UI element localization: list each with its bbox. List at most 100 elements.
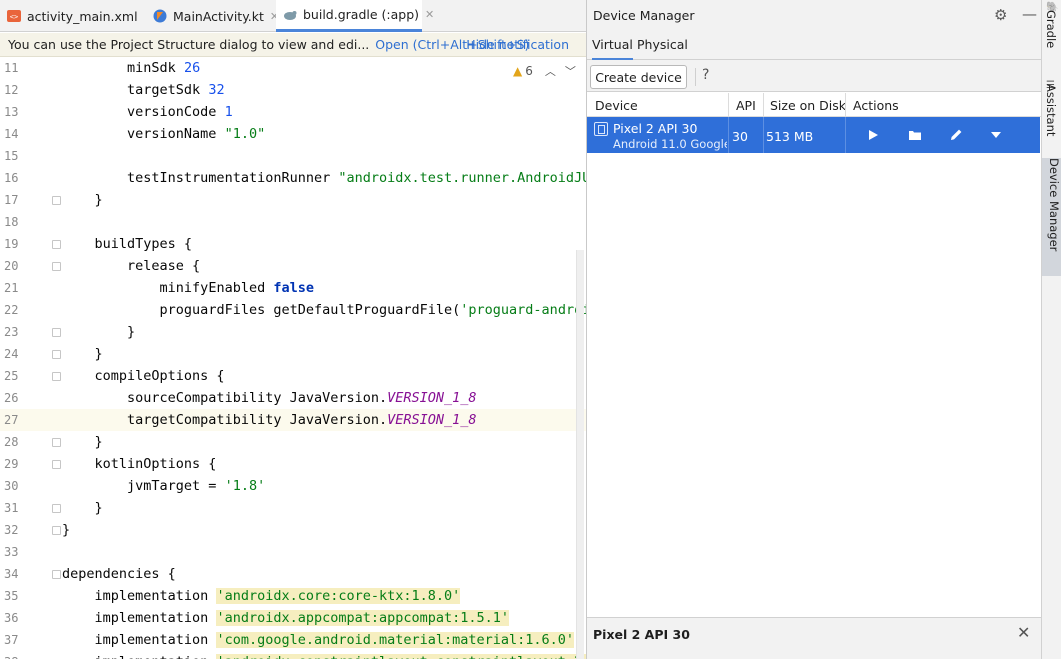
code-line-row[interactable]: 29 kotlinOptions { xyxy=(0,453,586,475)
code-editor[interactable]: <> activity_main.xml MainActivity.kt ✕ b… xyxy=(0,0,586,659)
code-line-row[interactable]: 15 xyxy=(0,145,586,167)
column-divider xyxy=(763,93,764,117)
code-line: } xyxy=(62,343,103,365)
code-token: versionName xyxy=(127,126,225,142)
code-line-row[interactable]: 11 minSdk 26 xyxy=(0,57,586,79)
code-line-row[interactable]: 16 testInstrumentationRunner "androidx.t… xyxy=(0,167,586,189)
code-token: buildTypes { xyxy=(94,236,193,252)
hide-notification-link[interactable]: Hide notification xyxy=(466,37,569,52)
fold-marker-icon[interactable] xyxy=(52,350,61,359)
code-line-row[interactable]: 35 implementation 'androidx.core:core-kt… xyxy=(0,585,586,607)
device-subtitle: Android 11.0 Google Play | x86 xyxy=(613,137,727,151)
code-line: testInstrumentationRunner "androidx.test… xyxy=(62,167,586,189)
code-line-row[interactable]: 24 } xyxy=(0,343,586,365)
editor-scrollbar[interactable] xyxy=(576,250,584,659)
fold-marker-icon[interactable] xyxy=(52,460,61,469)
code-line-row[interactable]: 23 } xyxy=(0,321,586,343)
code-line-row[interactable]: 37 implementation 'com.google.android.ma… xyxy=(0,629,586,651)
fold-marker-icon[interactable] xyxy=(52,328,61,337)
code-token: release { xyxy=(127,258,201,274)
code-line-row[interactable]: 36 implementation 'androidx.appcompat:ap… xyxy=(0,607,586,629)
code-token: '1.8' xyxy=(224,478,266,494)
warning-icon: ▲ xyxy=(513,64,523,78)
fold-marker-icon[interactable] xyxy=(52,526,61,535)
code-token: 1 xyxy=(224,104,233,120)
tab-virtual[interactable]: Virtual xyxy=(592,37,633,60)
code-line-row[interactable]: 12 targetSdk 32 xyxy=(0,79,586,101)
close-icon[interactable]: ✕ xyxy=(1017,623,1030,642)
fold-marker-icon[interactable] xyxy=(52,262,61,271)
code-line-row[interactable]: 30 jvmTarget = '1.8' xyxy=(0,475,586,497)
chevron-up-icon[interactable]: ︿ xyxy=(545,63,556,79)
inspection-widget[interactable]: ▲ 6 ︿ ﹀ xyxy=(513,63,576,79)
code-line-row[interactable]: 33 xyxy=(0,541,586,563)
code-line: sourceCompatibility JavaVersion.VERSION_… xyxy=(62,387,477,409)
create-device-button[interactable]: Create device xyxy=(590,65,687,89)
help-button[interactable]: ? xyxy=(702,67,709,83)
folder-icon[interactable] xyxy=(906,126,924,144)
code-line-row[interactable]: 22 proguardFiles getDefaultProguardFile(… xyxy=(0,299,586,321)
fold-marker-icon[interactable] xyxy=(52,570,61,579)
code-line-row[interactable]: 32} xyxy=(0,519,586,541)
code-line-row[interactable]: 31 } xyxy=(0,497,586,519)
fold-marker-icon[interactable] xyxy=(52,504,61,513)
column-header-actions: Actions xyxy=(853,98,899,113)
line-number: 24 xyxy=(4,347,19,361)
column-header-api[interactable]: API xyxy=(736,98,756,113)
code-token: VERSION_1_8 xyxy=(387,412,477,428)
code-line: kotlinOptions { xyxy=(62,453,217,475)
tab-physical[interactable]: Physical xyxy=(637,37,688,60)
code-line-row[interactable]: 28 } xyxy=(0,431,586,453)
code-line-row[interactable]: 21 minifyEnabled false xyxy=(0,277,586,299)
device-details-title: Pixel 2 API 30 xyxy=(593,627,690,642)
fold-marker-icon[interactable] xyxy=(52,438,61,447)
code-line-row[interactable]: 27 targetCompatibility JavaVersion.VERSI… xyxy=(0,409,586,431)
code-token: 32 xyxy=(208,82,225,98)
line-number: 25 xyxy=(4,369,19,383)
column-header-device[interactable]: Device xyxy=(595,98,638,113)
fold-marker-icon[interactable] xyxy=(52,196,61,205)
close-icon[interactable]: ✕ xyxy=(425,8,434,21)
edit-pencil-icon[interactable] xyxy=(947,126,965,144)
code-line-row[interactable]: 38 implementation 'androidx.constraintla… xyxy=(0,651,586,659)
tab-build-gradle-app[interactable]: build.gradle (:app) ✕ xyxy=(276,0,434,32)
play-icon[interactable] xyxy=(864,126,882,144)
code-line-row[interactable]: 17 } xyxy=(0,189,586,211)
dropdown-arrow-icon[interactable] xyxy=(987,126,1005,144)
code-token: testInstrumentationRunner xyxy=(127,170,339,186)
tool-window-assistant[interactable]: Assistant xyxy=(1044,84,1058,136)
code-line-row[interactable]: 19 buildTypes { xyxy=(0,233,586,255)
table-row[interactable]: Pixel 2 API 30 Android 11.0 Google Play … xyxy=(587,117,1040,153)
tool-window-gradle[interactable]: Gradle xyxy=(1044,10,1058,48)
toolbar-divider xyxy=(695,68,696,86)
code-line-row[interactable]: 26 sourceCompatibility JavaVersion.VERSI… xyxy=(0,387,586,409)
code-line-row[interactable]: 14 versionName "1.0" xyxy=(0,123,586,145)
tool-window-device-manager[interactable]: Device Manager xyxy=(1042,158,1061,276)
code-area[interactable]: 11 minSdk 26 12 targetSdk 32 13 versionCod… xyxy=(0,57,586,659)
code-line-row[interactable]: 13 versionCode 1 xyxy=(0,101,586,123)
code-line-row[interactable]: 18 xyxy=(0,211,586,233)
fold-marker-icon[interactable] xyxy=(52,372,61,381)
code-token: targetSdk xyxy=(127,82,209,98)
tab-activity-main-xml[interactable]: <> activity_main.xml xyxy=(0,0,138,32)
gear-icon[interactable]: ⚙ xyxy=(994,6,1007,24)
code-line-row[interactable]: 34 dependencies { xyxy=(0,563,586,585)
minimize-icon[interactable]: — xyxy=(1022,5,1037,23)
chevron-down-icon[interactable]: ﹀ xyxy=(565,63,576,79)
code-line: buildTypes { xyxy=(62,233,193,255)
fold-marker-icon[interactable] xyxy=(52,240,61,249)
code-token: implementation xyxy=(94,632,217,648)
code-line-row[interactable]: 25 compileOptions { xyxy=(0,365,586,387)
code-token: minifyEnabled xyxy=(159,280,274,296)
code-line-row[interactable]: 20 release { xyxy=(0,255,586,277)
tab-mainactivity-kt[interactable]: MainActivity.kt ✕ xyxy=(146,0,279,32)
column-header-size[interactable]: Size on Disk xyxy=(770,98,846,113)
device-details-panel: Pixel 2 API 30 ✕ xyxy=(587,617,1042,659)
